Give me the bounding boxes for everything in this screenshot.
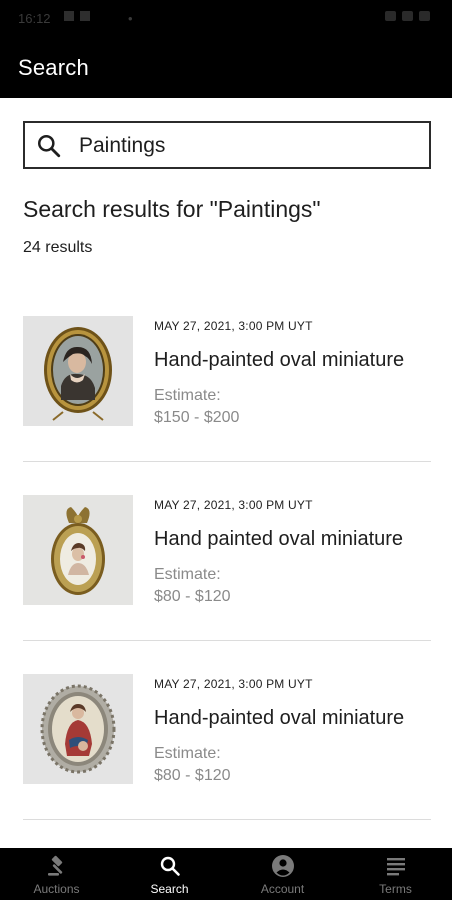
item-title[interactable]: Hand-painted oval miniature bbox=[154, 707, 404, 730]
auction-date: MAY 27, 2021, 3:00 PM UYT bbox=[154, 498, 313, 512]
item-title[interactable]: Hand painted oval miniature bbox=[154, 528, 403, 551]
system-icons bbox=[385, 11, 430, 21]
divider bbox=[23, 819, 431, 820]
bottom-navigation: Auctions Search Account Terms bbox=[0, 848, 452, 900]
divider bbox=[23, 640, 431, 641]
signal-icon bbox=[385, 11, 396, 21]
estimate-label: Estimate: bbox=[154, 387, 221, 404]
results-count: 24 results bbox=[23, 239, 93, 256]
nav-label: Account bbox=[260, 882, 305, 896]
estimate-range: $80 - $120 bbox=[154, 767, 231, 784]
document-icon bbox=[386, 858, 405, 876]
estimate-label: Estimate: bbox=[154, 745, 221, 762]
nav-label: Terms bbox=[379, 882, 412, 896]
page-title: Search bbox=[18, 55, 89, 80]
search-input[interactable]: Paintings bbox=[79, 134, 165, 158]
status-dot: • bbox=[128, 11, 133, 26]
search-icon bbox=[160, 856, 180, 876]
search-field[interactable]: Paintings bbox=[23, 121, 431, 169]
notification-icon bbox=[80, 11, 90, 21]
divider bbox=[23, 461, 431, 462]
nav-item-auctions[interactable]: Auctions bbox=[0, 848, 113, 900]
status-time: 16:12 bbox=[18, 11, 51, 26]
app-bar: Search bbox=[0, 38, 452, 98]
nav-label: Auctions bbox=[33, 882, 80, 896]
notification-icon bbox=[64, 11, 74, 21]
account-icon bbox=[271, 855, 294, 877]
nav-label: Search bbox=[150, 882, 189, 896]
result-item[interactable]: MAY 27, 2021, 3:00 PM UYT Hand painted o… bbox=[23, 495, 431, 675]
nav-item-search[interactable]: Search bbox=[113, 848, 226, 900]
estimate-range: $80 - $120 bbox=[154, 588, 231, 605]
item-title[interactable]: Hand-painted oval miniature bbox=[154, 349, 404, 372]
nav-item-terms[interactable]: Terms bbox=[339, 848, 452, 900]
miniature-thumbnail[interactable] bbox=[23, 495, 133, 605]
result-item[interactable]: MAY 27, 2021, 3:00 PM UYT Hand-painted o… bbox=[23, 674, 431, 854]
status-bar: 16:12 • bbox=[0, 0, 452, 38]
estimate-range: $150 - $200 bbox=[154, 409, 240, 426]
battery-icon bbox=[419, 11, 430, 21]
results-heading: Search results for "Paintings" bbox=[23, 196, 321, 222]
auction-date: MAY 27, 2021, 3:00 PM UYT bbox=[154, 319, 313, 333]
miniature-thumbnail[interactable] bbox=[23, 674, 133, 784]
gavel-icon bbox=[47, 855, 62, 876]
estimate-label: Estimate: bbox=[154, 566, 221, 583]
auction-date: MAY 27, 2021, 3:00 PM UYT bbox=[154, 677, 313, 691]
nav-item-account[interactable]: Account bbox=[226, 848, 339, 900]
miniature-thumbnail[interactable] bbox=[23, 316, 133, 426]
search-icon bbox=[38, 135, 61, 158]
wifi-icon bbox=[402, 11, 413, 21]
notification-icons bbox=[64, 11, 90, 21]
result-item[interactable]: MAY 27, 2021, 3:00 PM UYT Hand-painted o… bbox=[23, 316, 431, 496]
